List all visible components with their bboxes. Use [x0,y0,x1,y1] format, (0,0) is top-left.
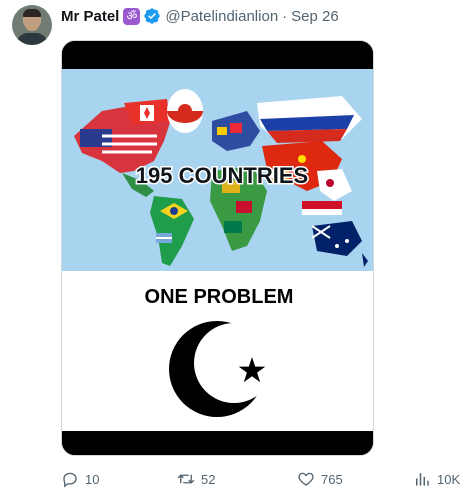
author-handle[interactable]: @Patelindianlion [165,8,278,25]
om-badge-icon: ॐ [123,7,141,25]
retweet-button[interactable]: 52 [177,470,215,488]
tweet-header: Mr Patel ॐ @Patelindianlion · Sep 26 [61,6,339,26]
avatar[interactable] [12,5,52,45]
media-bottom-text: ONE PROBLEM [145,286,294,308]
retweet-icon [177,474,195,484]
like-button[interactable]: 765 [297,470,343,488]
tweet: Mr Patel ॐ @Patelindianlion · Sep 26 195… [0,0,471,496]
tweet-date[interactable]: Sep 26 [291,8,339,25]
retweet-count: 52 [201,471,216,487]
like-count: 765 [321,471,343,487]
media-top-text: 195 COUNTRIES [136,163,308,188]
views-button[interactable]: 10K [413,470,460,488]
views-count: 10K [437,471,461,487]
tweet-image[interactable]: 195 COUNTRIES ONE PROBLEM [61,40,374,456]
separator-dot: · [282,7,288,25]
reply-icon [63,472,77,488]
reply-count: 10 [85,471,100,487]
verified-badge-icon [143,7,161,25]
author-name[interactable]: Mr Patel [61,8,119,25]
heart-icon [298,472,314,486]
reply-button[interactable]: 10 [61,470,99,488]
tweet-actions: 10 52 765 10K [61,470,461,490]
views-icon [416,473,429,486]
